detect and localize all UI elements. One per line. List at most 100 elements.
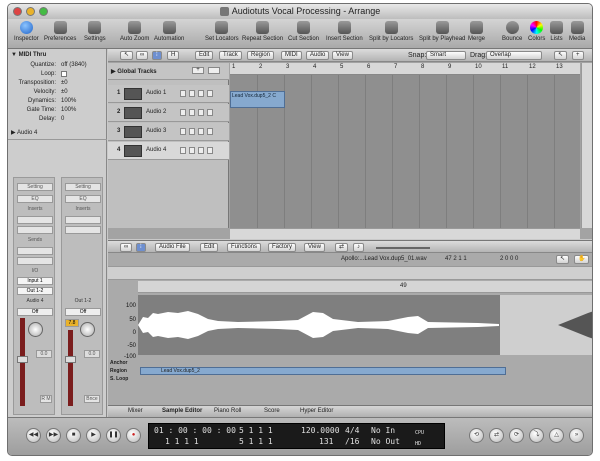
horizontal-scrollbar[interactable] (230, 228, 580, 239)
preferences-button[interactable]: Preferences (44, 21, 76, 42)
eq-button[interactable]: EQ (17, 195, 53, 203)
editor-pointer-tool[interactable]: ↖ (556, 255, 570, 264)
track-row[interactable]: 1 Audio 1 (108, 85, 229, 103)
bounce-strip-button[interactable]: Bnce (84, 395, 100, 403)
menu-view-2[interactable]: View (304, 243, 325, 252)
track-row[interactable]: 3 Audio 3 (108, 123, 229, 141)
track-row[interactable]: 2 Audio 2 (108, 104, 229, 122)
volume-slider[interactable] (376, 247, 430, 249)
mute-button[interactable] (189, 90, 195, 97)
bar-ruler[interactable]: 1 2 3 4 5 6 7 8 9 10 11 12 13 (230, 63, 580, 75)
add-track-button[interactable]: + (192, 67, 204, 74)
waveform-display[interactable] (138, 295, 592, 355)
bounce-button[interactable]: Bounce (502, 21, 522, 42)
loop-button[interactable]: ⇄ (335, 243, 349, 252)
editor-ruler[interactable]: 49 (138, 281, 592, 293)
menu-functions[interactable]: Functions (227, 243, 262, 252)
solo-button[interactable] (198, 147, 204, 154)
record-mute-buttons[interactable]: R M (40, 395, 52, 403)
waveform-overview[interactable] (108, 266, 592, 280)
insert-slot-2-1[interactable] (65, 216, 101, 224)
low-latency-button[interactable]: ⟲ (469, 428, 484, 443)
automation-button[interactable]: Automation (154, 21, 184, 42)
link-button[interactable]: ∞ (136, 51, 149, 60)
colors-button[interactable]: Colors (528, 21, 545, 42)
merge-button[interactable]: Merge (468, 21, 485, 42)
menu-view[interactable]: View (332, 51, 353, 60)
power-button[interactable] (180, 90, 186, 97)
power-button[interactable] (180, 128, 186, 135)
split-by-locators-button[interactable]: Split by Locators (369, 21, 413, 42)
snap-select[interactable]: Smart (426, 51, 466, 60)
pan-knob[interactable] (28, 322, 43, 337)
record-button[interactable] (207, 90, 213, 97)
midi-thru-header[interactable]: ▼ MIDI Thru (11, 52, 104, 58)
solo-button[interactable] (198, 109, 204, 116)
fader-cap-2[interactable] (65, 356, 76, 363)
record-button[interactable] (207, 147, 213, 154)
pointer-tool[interactable]: ↖ (554, 51, 568, 60)
cycle-button[interactable]: ⇄ (489, 428, 504, 443)
tab-piano-roll[interactable]: Piano Roll (214, 408, 241, 414)
region-bar[interactable]: Lead Vox.dup5_2 (140, 367, 506, 375)
repeat-section-button[interactable]: Repeat Section (242, 21, 283, 42)
audio-4-header[interactable]: ▶ Audio 4 (11, 129, 104, 136)
record-button[interactable] (207, 109, 213, 116)
automation-mode-2[interactable]: Off (65, 308, 101, 316)
insert-slot-1[interactable] (17, 216, 53, 224)
media-button[interactable]: Media (569, 21, 585, 42)
eq-button-2[interactable]: EQ (65, 195, 101, 203)
link-button-2[interactable]: ∞ (120, 243, 133, 252)
zoom-window-button[interactable] (39, 7, 48, 16)
send-slot-2[interactable] (17, 257, 53, 265)
lcd-display[interactable]: 01 : 00 : 00 : 00 1 1 1 1 5 1 1 1 5 1 1 … (148, 423, 445, 449)
inspector-button[interactable]: Inspector (14, 21, 39, 42)
tab-score[interactable]: Score (264, 408, 280, 414)
setting-button-2[interactable]: Setting (65, 183, 101, 191)
menu-factory[interactable]: Factory (268, 243, 297, 252)
record-button[interactable] (207, 128, 213, 135)
forward-button[interactable]: ▶▶ (46, 428, 61, 443)
menu-midi[interactable]: MIDI (281, 51, 302, 60)
hand-tool[interactable]: ✋ (574, 255, 590, 264)
hide-button[interactable]: H (167, 51, 180, 60)
cut-section-button[interactable]: Cut Section (288, 21, 319, 42)
pencil-tool[interactable]: + (572, 51, 584, 60)
lists-button[interactable]: Lists (550, 21, 563, 42)
menu-region[interactable]: Region (247, 51, 275, 60)
replace-button[interactable]: ⤵ (529, 428, 544, 443)
track-row[interactable]: 4 Audio 4 (108, 142, 229, 160)
global-view-button[interactable] (208, 67, 220, 74)
split-by-playhead-button[interactable]: Split by Playhead (419, 21, 465, 42)
pan-knob-2[interactable] (80, 322, 95, 337)
automation-mode[interactable]: Off (17, 308, 53, 316)
speaker-button[interactable]: ♪ (353, 243, 364, 252)
output-slot[interactable]: Out 1-2 (17, 287, 53, 295)
record-transport-button[interactable]: ● (126, 428, 141, 443)
arrange-lanes[interactable]: 1 2 3 4 5 6 7 8 9 10 11 12 13 Lead Vox.d… (230, 63, 580, 228)
send-slot-1[interactable] (17, 247, 53, 255)
insert-slot-2-2[interactable] (65, 226, 101, 234)
close-window-button[interactable] (13, 7, 22, 16)
menu-edit[interactable]: Edit (195, 51, 214, 60)
more-button[interactable]: » (569, 428, 584, 443)
menu-track[interactable]: Track (219, 51, 242, 60)
minimize-window-button[interactable] (26, 7, 35, 16)
catch-button[interactable]: ↖ (120, 51, 134, 60)
pause-button[interactable]: ❚❚ (106, 428, 121, 443)
stop-button[interactable]: ■ (66, 428, 81, 443)
tab-sample-editor[interactable]: Sample Editor (162, 408, 202, 414)
settings-button[interactable]: Settings (84, 21, 106, 42)
drag-select[interactable]: Overlap (486, 51, 542, 60)
insert-slot-2[interactable] (17, 226, 53, 234)
rewind-button[interactable]: ◀◀ (26, 428, 41, 443)
audio-region[interactable]: Lead Vox.dup5_2 C (230, 91, 285, 108)
menu-edit-2[interactable]: Edit (200, 243, 219, 252)
power-button[interactable] (180, 147, 186, 154)
menu-audio[interactable]: Audio (306, 51, 330, 60)
loop-checkbox[interactable] (61, 71, 67, 77)
play-button[interactable]: ▶ (86, 428, 101, 443)
autopunch-button[interactable]: ⟳ (509, 428, 524, 443)
fader-cap[interactable] (17, 356, 28, 363)
metronome-button[interactable]: △ (549, 428, 564, 443)
